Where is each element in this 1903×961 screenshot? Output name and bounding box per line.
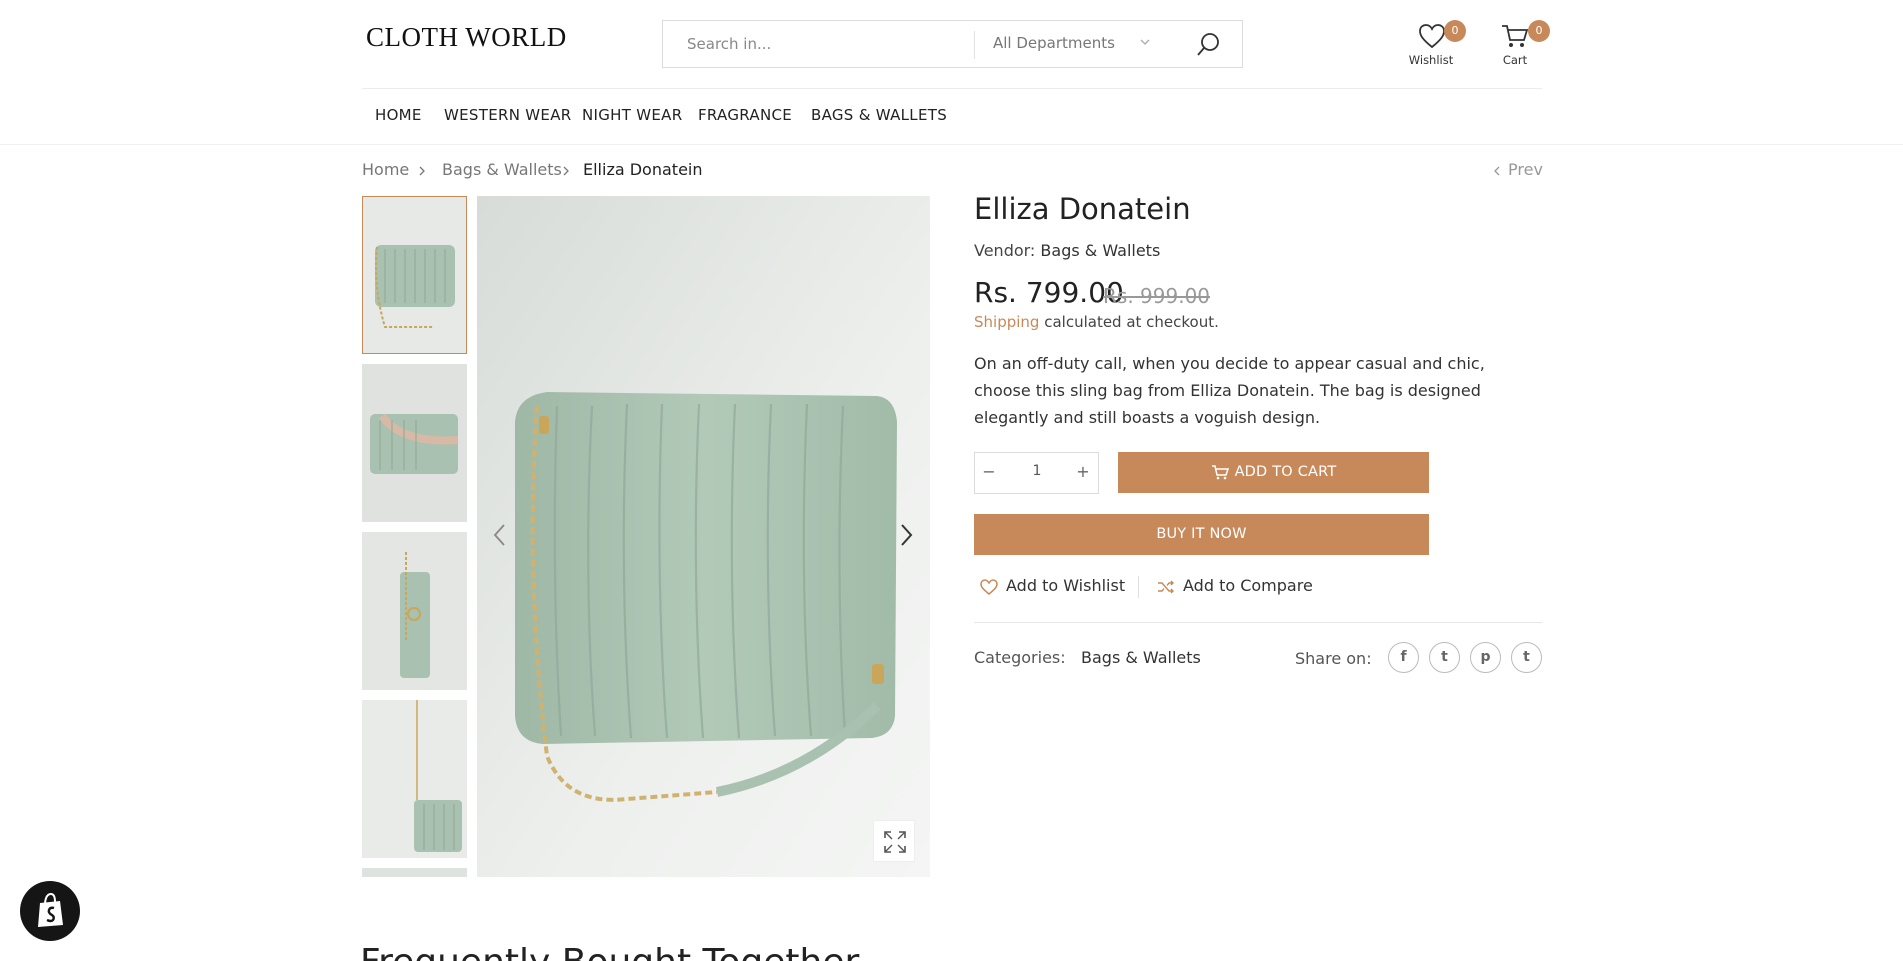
heart-icon — [980, 578, 998, 595]
prev-label: Prev — [1508, 160, 1543, 179]
add-to-compare-link[interactable]: Add to Compare — [1157, 576, 1313, 595]
cart-count-badge: 0 — [1528, 20, 1550, 42]
product-description: On an off-duty call, when you decide to … — [974, 354, 1485, 427]
heart-icon — [1419, 24, 1445, 49]
search-input[interactable] — [664, 22, 974, 66]
pinterest-icon[interactable]: p — [1470, 642, 1501, 673]
bag-image — [362, 364, 467, 522]
wishlist-count-badge: 0 — [1444, 20, 1466, 42]
chevron-right-icon — [563, 166, 569, 176]
site-header: CLOTH WORLD All Departments 0 Wishlist 0… — [0, 0, 1903, 88]
add-to-wishlist-label: Add to Wishlist — [1006, 576, 1126, 595]
cart-icon — [1502, 25, 1529, 47]
cart-link[interactable]: 0 Cart — [1485, 20, 1550, 70]
gallery-next-arrow-icon[interactable] — [896, 520, 916, 550]
header-divider — [362, 88, 1542, 89]
gallery-prev-arrow-icon[interactable] — [490, 520, 510, 550]
product-title: Elliza Donatein — [974, 192, 1191, 226]
shipping-text: calculated at checkout. — [1044, 313, 1219, 331]
search-icon[interactable] — [1191, 29, 1225, 59]
quantity-input[interactable]: 1 — [1015, 463, 1059, 479]
facebook-icon[interactable]: f — [1388, 642, 1419, 673]
add-to-cart-button[interactable]: ADD TO CART — [1118, 452, 1429, 493]
wishlist-link[interactable]: 0 Wishlist — [1401, 20, 1466, 70]
chevron-left-icon — [1494, 166, 1500, 175]
product-thumbnail[interactable] — [362, 532, 467, 690]
wishlist-label: Wishlist — [1408, 53, 1454, 67]
nav-divider — [0, 144, 1903, 145]
main-product-image[interactable] — [477, 196, 930, 877]
product-price: Rs. 799.00 — [974, 276, 1124, 309]
twitter-icon[interactable]: t — [1429, 642, 1460, 673]
expand-icon — [884, 831, 906, 853]
action-divider — [1138, 576, 1139, 598]
bag-image — [362, 532, 467, 690]
vendor-label: Vendor: — [974, 241, 1036, 260]
quantity-increase-button[interactable]: + — [1073, 462, 1093, 481]
quantity-decrease-button[interactable]: − — [979, 462, 999, 481]
product-thumbnail[interactable] — [362, 364, 467, 522]
nav-item-bags-wallets[interactable]: BAGS & WALLETS — [811, 106, 947, 124]
zoom-button[interactable] — [873, 820, 915, 862]
nav-item-western-wear[interactable]: WESTERN WEAR — [444, 106, 571, 124]
site-logo[interactable]: CLOTH WORLD — [366, 22, 567, 53]
add-to-cart-label: ADD TO CART — [1234, 464, 1337, 480]
nav-item-fragrance[interactable]: FRAGRANCE — [698, 106, 792, 124]
shopify-chat-button[interactable] — [20, 881, 80, 941]
chevron-right-icon — [419, 166, 425, 176]
tumblr-icon[interactable]: t — [1511, 642, 1542, 673]
prev-product-link[interactable]: Prev — [1492, 160, 1543, 179]
search-bar: All Departments — [662, 20, 1243, 68]
compare-price: Rs. 999.00 — [1103, 284, 1211, 308]
shopping-bag-icon — [38, 892, 63, 927]
add-to-wishlist-link[interactable]: Add to Wishlist — [980, 576, 1125, 595]
quantity-stepper: − 1 + — [974, 452, 1099, 494]
product-thumbnail[interactable] — [362, 868, 467, 877]
buy-it-now-button[interactable]: BUY IT NOW — [974, 514, 1429, 555]
section-divider — [974, 622, 1542, 623]
bag-image — [477, 196, 930, 877]
breadcrumb-category[interactable]: Bags & Wallets — [442, 160, 562, 179]
add-to-compare-label: Add to Compare — [1183, 576, 1313, 595]
search-divider — [974, 31, 975, 59]
product-thumbnail[interactable] — [362, 196, 467, 354]
breadcrumb-current: Elliza Donatein — [583, 160, 703, 179]
category-link[interactable]: Bags & Wallets — [1081, 648, 1201, 667]
shipping-note: Shipping calculated at checkout. — [974, 313, 1219, 331]
share-label: Share on: — [1295, 649, 1372, 668]
shuffle-icon — [1158, 580, 1174, 593]
frequently-bought-heading: Frequently Bought Together — [360, 942, 859, 961]
shipping-link[interactable]: Shipping — [974, 313, 1039, 331]
vendor-link[interactable]: Bags & Wallets — [1040, 241, 1160, 260]
breadcrumb-home[interactable]: Home — [362, 160, 409, 179]
categories-label: Categories: — [974, 648, 1066, 667]
bag-image — [362, 700, 467, 858]
nav-item-home[interactable]: HOME — [375, 106, 422, 124]
bag-image — [363, 197, 466, 353]
vendor-info: Vendor: Bags & Wallets — [974, 241, 1160, 260]
department-select[interactable]: All Departments — [993, 34, 1115, 52]
cart-label: Cart — [1502, 53, 1528, 67]
nav-item-night-wear[interactable]: NIGHT WEAR — [582, 106, 682, 124]
product-thumbnail[interactable] — [362, 700, 467, 858]
chevron-down-icon[interactable] — [1138, 35, 1152, 49]
cart-icon — [1211, 465, 1229, 480]
